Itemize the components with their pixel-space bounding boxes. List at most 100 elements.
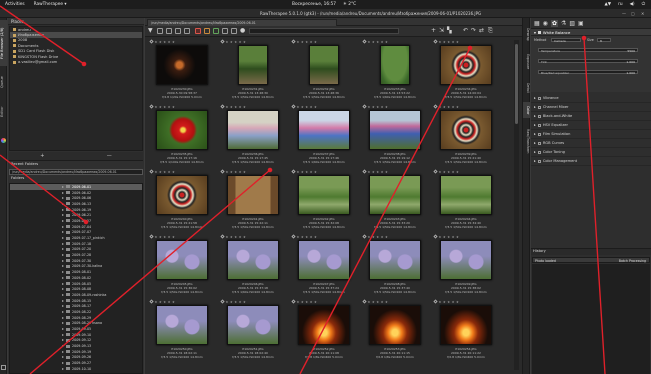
- rank-star-icon[interactable]: ★: [172, 105, 175, 109]
- rank-star-icon[interactable]: ★: [297, 40, 300, 44]
- rank-star-icon[interactable]: ★: [168, 40, 171, 44]
- expand-arrow-icon[interactable]: [62, 350, 64, 353]
- edit-icon[interactable]: [362, 169, 367, 174]
- tool-enable-checkbox[interactable]: [537, 96, 541, 100]
- rank-star-icon[interactable]: ★: [155, 170, 158, 174]
- thumbnail[interactable]: ★ ★ ★ ★ ★ P1020250.JPG 2009-5-31 18:02:11 f/3.5…: [148, 299, 216, 362]
- edit-icon[interactable]: [149, 234, 154, 239]
- rank-star-icon[interactable]: ★: [314, 235, 317, 239]
- rank-star-icon[interactable]: ★: [172, 235, 175, 239]
- tool-enable-checkbox[interactable]: [537, 132, 541, 136]
- thumbnail-image[interactable]: [440, 45, 492, 85]
- tab-detail[interactable]: Detail: [523, 80, 530, 96]
- rank-star-icon[interactable]: ★: [226, 300, 229, 304]
- rank-star-icon[interactable]: ★: [447, 105, 450, 109]
- tool-expander[interactable]: ▸ Film Simulation: [531, 130, 651, 139]
- thumbnail-rank-bar[interactable]: ★ ★ ★ ★ ★: [290, 234, 358, 239]
- expand-arrow-icon[interactable]: [62, 197, 64, 200]
- recent-folders-select[interactable]: /run/media/andreu/Documents/andreu/Изобр…: [9, 169, 143, 175]
- rank-star-icon[interactable]: ★: [239, 170, 242, 174]
- rank-star-icon[interactable]: ★: [368, 40, 371, 44]
- expand-arrow-icon[interactable]: [62, 208, 64, 211]
- thumbnail-image[interactable]: [440, 305, 492, 345]
- rank-star-icon[interactable]: ★: [305, 235, 308, 239]
- method-select[interactable]: Camera: [551, 38, 581, 43]
- activities-button[interactable]: Activities: [0, 2, 30, 7]
- expand-arrow-icon[interactable]: [62, 231, 64, 234]
- expand-arrow-icon[interactable]: [62, 305, 64, 308]
- tool-expander[interactable]: ▸ Vibrance: [531, 94, 651, 103]
- rank-star-icon[interactable]: ★: [159, 105, 162, 109]
- rank-star-icon[interactable]: ★: [372, 105, 375, 109]
- thumbnail-image[interactable]: [369, 305, 421, 345]
- rank-star-icon[interactable]: ★: [234, 300, 237, 304]
- expand-arrow-icon[interactable]: [62, 271, 64, 274]
- tool-expander[interactable]: ▸ Color Management: [531, 157, 651, 166]
- expand-arrow-icon[interactable]: [62, 265, 64, 268]
- system-tray[interactable]: ▲▼ ru ◀) ⏻: [605, 2, 646, 7]
- rank-star-icon[interactable]: ★: [456, 40, 459, 44]
- rank-star-icon[interactable]: ★: [234, 40, 237, 44]
- rank-star-icon[interactable]: ★: [239, 235, 242, 239]
- add-place-button[interactable]: +: [40, 153, 44, 159]
- thumbnail[interactable]: ★ ★ ★ ★ ★ P1020240.JPG 2009-5-31 15:21:58 f/3.5…: [148, 169, 216, 232]
- thumbnail-image[interactable]: [238, 45, 268, 85]
- rank-star-icon[interactable]: ★: [226, 170, 229, 174]
- scrollbar-thumb[interactable]: [515, 44, 518, 124]
- rank-star-icon[interactable]: ★: [310, 300, 313, 304]
- edit-icon[interactable]: [291, 234, 296, 239]
- rank-star-icon[interactable]: ★: [443, 235, 446, 239]
- edit-icon[interactable]: [149, 169, 154, 174]
- thumbnail-rank-bar[interactable]: ★ ★ ★ ★ ★: [219, 39, 287, 44]
- spot-size-select[interactable]: 8: [597, 38, 611, 43]
- rank-star-icon[interactable]: ★: [297, 170, 300, 174]
- edit-icon[interactable]: [149, 299, 154, 304]
- rank-star-icon[interactable]: ★: [443, 105, 446, 109]
- thumbnail-rank-bar[interactable]: ★ ★ ★ ★ ★: [432, 299, 500, 304]
- thumbnail-rank-bar[interactable]: ★ ★ ★ ★ ★: [148, 39, 216, 44]
- zoom-out-icon[interactable]: ⇲: [439, 27, 444, 34]
- thumbnail-image[interactable]: [369, 240, 421, 280]
- rank-star-icon[interactable]: ★: [155, 235, 158, 239]
- raw-tool-icon[interactable]: ▣: [578, 20, 584, 27]
- thumbnail-rank-bar[interactable]: ★ ★ ★ ★ ★: [361, 39, 429, 44]
- rotate-left-icon[interactable]: ↶: [463, 27, 468, 34]
- exif-filter-icon[interactable]: [231, 28, 237, 34]
- label-red-icon[interactable]: [195, 28, 201, 34]
- thumbnail-rank-bar[interactable]: ★ ★ ★ ★ ★: [361, 169, 429, 174]
- edit-icon[interactable]: [220, 39, 225, 44]
- edit-icon[interactable]: [433, 234, 438, 239]
- rank-star-icon[interactable]: ★: [243, 40, 246, 44]
- transform-tool-icon[interactable]: ▧: [569, 20, 575, 27]
- thumbnail-rank-bar[interactable]: ★ ★ ★ ★ ★: [148, 234, 216, 239]
- thumbnail-rank-bar[interactable]: ★ ★ ★ ★ ★: [290, 299, 358, 304]
- thumbnail-rank-bar[interactable]: ★ ★ ★ ★ ★: [148, 104, 216, 109]
- edit-icon[interactable]: [362, 299, 367, 304]
- rank-star-icon[interactable]: ★: [301, 300, 304, 304]
- tool-enable-checkbox[interactable]: [537, 141, 541, 145]
- expand-arrow-icon[interactable]: [62, 339, 64, 342]
- thumbnail-rank-bar[interactable]: ★ ★ ★ ★ ★: [290, 169, 358, 174]
- thumbnail[interactable]: ★ ★ ★ ★ ★ P1020237.JPG 2009-5-31 15:17:46 f/3.5…: [290, 104, 358, 167]
- rank-star-icon[interactable]: ★: [372, 40, 375, 44]
- rank-star-icon[interactable]: ★: [305, 105, 308, 109]
- rank-star-icon[interactable]: ★: [381, 235, 384, 239]
- thumbnail[interactable]: ★ ★ ★ ★ ★ P1020252.JPG 2009-5-31 20:11:08 f/2.8…: [290, 299, 358, 362]
- info-icon[interactable]: ●: [240, 27, 245, 34]
- thumbnail-image[interactable]: [298, 305, 350, 345]
- rank-star-icon[interactable]: ★: [439, 105, 442, 109]
- rank-star-icon[interactable]: ★: [243, 300, 246, 304]
- rank-star-icon[interactable]: ★: [155, 105, 158, 109]
- expand-arrow-icon[interactable]: [62, 333, 64, 336]
- thumbnail-rank-bar[interactable]: ★ ★ ★ ★ ★: [361, 104, 429, 109]
- edit-icon[interactable]: [291, 299, 296, 304]
- rank-star-icon[interactable]: ★: [230, 105, 233, 109]
- thumbnail-image[interactable]: [369, 110, 421, 150]
- detail-tool-icon[interactable]: ◉: [543, 20, 548, 27]
- preferences-icon[interactable]: [1, 365, 6, 370]
- expand-arrow-icon[interactable]: [62, 310, 64, 313]
- thumbnail-image[interactable]: [156, 175, 208, 215]
- thumbnail[interactable]: ★ ★ ★ ★ ★ P1020245.JPG 2009-5-31 15:36:02 f/3.5…: [148, 234, 216, 297]
- color-wheel-icon[interactable]: [1, 138, 6, 143]
- thumbnail[interactable]: ★ ★ ★ ★ ★ P1020236.JPG 2009-5-31 15:17:45 f/3.5…: [219, 104, 287, 167]
